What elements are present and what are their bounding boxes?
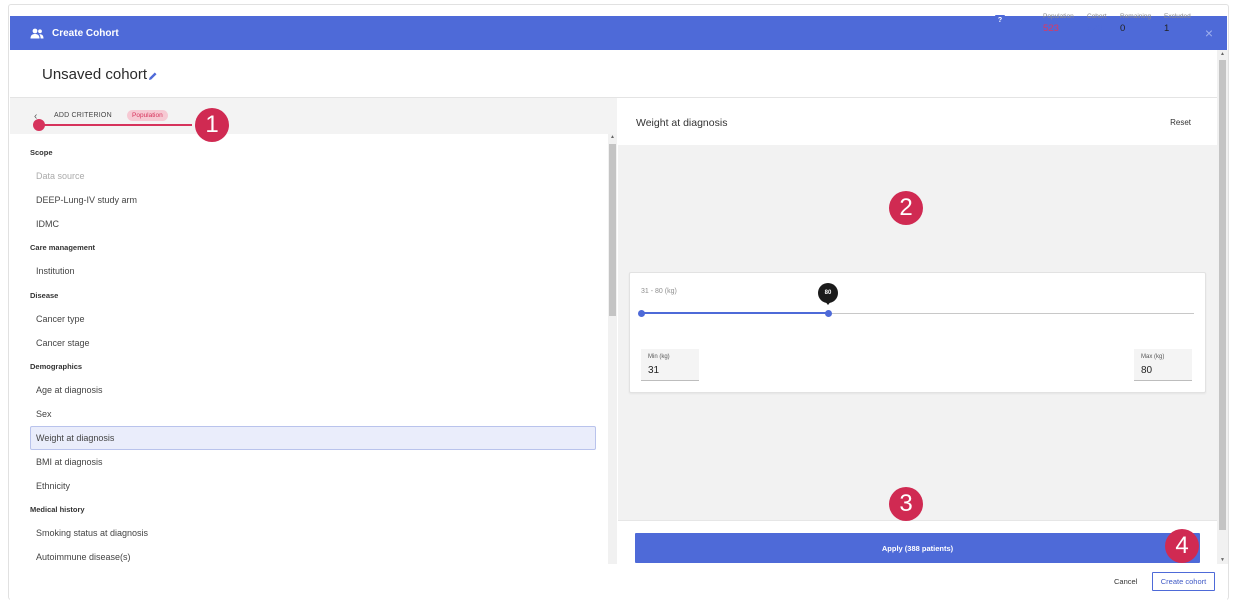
pencil-icon[interactable] bbox=[148, 68, 158, 86]
stat-value: 1 bbox=[1164, 23, 1170, 34]
stat-value: 523 bbox=[1043, 23, 1059, 34]
modal-scrollbar[interactable]: ▲ ▼ bbox=[1217, 50, 1228, 564]
list-item-cancer-stage[interactable]: Cancer stage bbox=[36, 338, 90, 348]
max-kg-field[interactable]: Max (kg) 80 bbox=[1134, 349, 1192, 381]
stat-value: 523 bbox=[1087, 23, 1103, 34]
scroll-up-icon[interactable]: ▲ bbox=[610, 134, 615, 140]
annotation-badge-1: 1 bbox=[195, 108, 229, 142]
stat-excluded: Excluded 1 bbox=[1164, 13, 1191, 34]
min-field-label: Min (kg) bbox=[648, 354, 670, 360]
criteria-header: ‹ ADD CRITERION Population bbox=[10, 98, 617, 134]
stat-remaining: Remaining 0 bbox=[1120, 13, 1151, 34]
list-item-ethnicity[interactable]: Ethnicity bbox=[36, 481, 70, 491]
modal-footer bbox=[10, 564, 1227, 600]
stat-label: Cohort bbox=[1087, 13, 1107, 20]
add-criterion-title: ADD CRITERION bbox=[54, 112, 112, 119]
list-item-idmc[interactable]: IDMC bbox=[36, 219, 59, 229]
annotation-badge-4: 4 bbox=[1165, 529, 1199, 563]
slider-max-handle[interactable] bbox=[824, 310, 832, 317]
list-item-age[interactable]: Age at diagnosis bbox=[36, 385, 103, 395]
list-item-institution[interactable]: Institution bbox=[36, 266, 75, 276]
slider-fill bbox=[642, 312, 829, 314]
list-item-sex[interactable]: Sex bbox=[36, 409, 52, 419]
reset-button[interactable]: Reset bbox=[1170, 118, 1191, 127]
criteria-panel bbox=[10, 98, 617, 564]
list-item-autoimmune[interactable]: Autoimmune disease(s) bbox=[36, 552, 131, 562]
stat-label: Population bbox=[1043, 13, 1074, 20]
stat-cohort: Cohort 523 bbox=[1087, 13, 1107, 34]
group-disease: Disease bbox=[30, 291, 59, 300]
range-card: 31 - 80 (kg) 80 Min (kg) 31 Max (kg) 80 bbox=[629, 272, 1206, 393]
stat-label: Excluded bbox=[1164, 13, 1191, 20]
modal-title: Create Cohort bbox=[52, 27, 119, 39]
selected-item-highlight bbox=[30, 426, 596, 450]
stat-population: Population 523 bbox=[1043, 13, 1074, 34]
apply-button[interactable]: Apply (388 patients) bbox=[635, 533, 1200, 563]
slider-tooltip-tip bbox=[824, 300, 833, 305]
max-field-label: Max (kg) bbox=[1141, 354, 1165, 360]
annotation-pointer bbox=[40, 124, 192, 126]
scroll-up-icon[interactable]: ▲ bbox=[1220, 51, 1225, 57]
list-item-weight[interactable]: Weight at diagnosis bbox=[36, 433, 114, 443]
stat-label: Remaining bbox=[1120, 13, 1152, 20]
cancel-button[interactable]: Cancel bbox=[1114, 577, 1137, 586]
stat-value: 0 bbox=[1120, 23, 1126, 34]
max-field-value[interactable]: 80 bbox=[1141, 365, 1152, 376]
create-cohort-button[interactable]: Create cohort bbox=[1152, 572, 1215, 591]
annotation-badge-3: 3 bbox=[889, 487, 923, 521]
criterion-detail-header: Weight at diagnosis Reset bbox=[618, 98, 1217, 145]
list-item-cancer-type[interactable]: Cancer type bbox=[36, 314, 85, 324]
close-icon[interactable]: × bbox=[1205, 25, 1213, 41]
help-icon[interactable]: ? bbox=[995, 15, 1005, 25]
criterion-title: Weight at diagnosis bbox=[636, 117, 728, 129]
group-scope: Scope bbox=[30, 148, 53, 157]
scrollbar-thumb[interactable] bbox=[1219, 60, 1226, 530]
min-kg-field[interactable]: Min (kg) 31 bbox=[641, 349, 699, 381]
min-field-value[interactable]: 31 bbox=[648, 365, 659, 376]
list-item-data-source: Data source bbox=[36, 171, 85, 181]
list-item-study-arm[interactable]: DEEP-Lung-IV study arm bbox=[36, 195, 137, 205]
cohort-header: Unsaved cohort bbox=[10, 50, 1217, 98]
population-pill: Population bbox=[127, 110, 168, 121]
annotation-pointer-dot bbox=[33, 119, 45, 131]
cohort-name[interactable]: Unsaved cohort bbox=[42, 66, 147, 83]
criteria-scrollbar[interactable]: ▲ bbox=[608, 134, 617, 564]
slider-min-handle[interactable] bbox=[638, 310, 645, 317]
scrollbar-thumb[interactable] bbox=[609, 144, 616, 316]
list-item-smoking[interactable]: Smoking status at diagnosis bbox=[36, 528, 148, 538]
annotation-badge-2: 2 bbox=[889, 191, 923, 225]
list-item-bmi[interactable]: BMI at diagnosis bbox=[36, 457, 103, 467]
group-demographics: Demographics bbox=[30, 362, 83, 371]
group-medical-history: Medical history bbox=[30, 505, 85, 514]
scroll-down-icon[interactable]: ▼ bbox=[1220, 557, 1225, 563]
users-icon bbox=[30, 27, 44, 39]
range-label: 31 - 80 (kg) bbox=[641, 288, 677, 295]
group-care-management: Care management bbox=[30, 243, 96, 252]
